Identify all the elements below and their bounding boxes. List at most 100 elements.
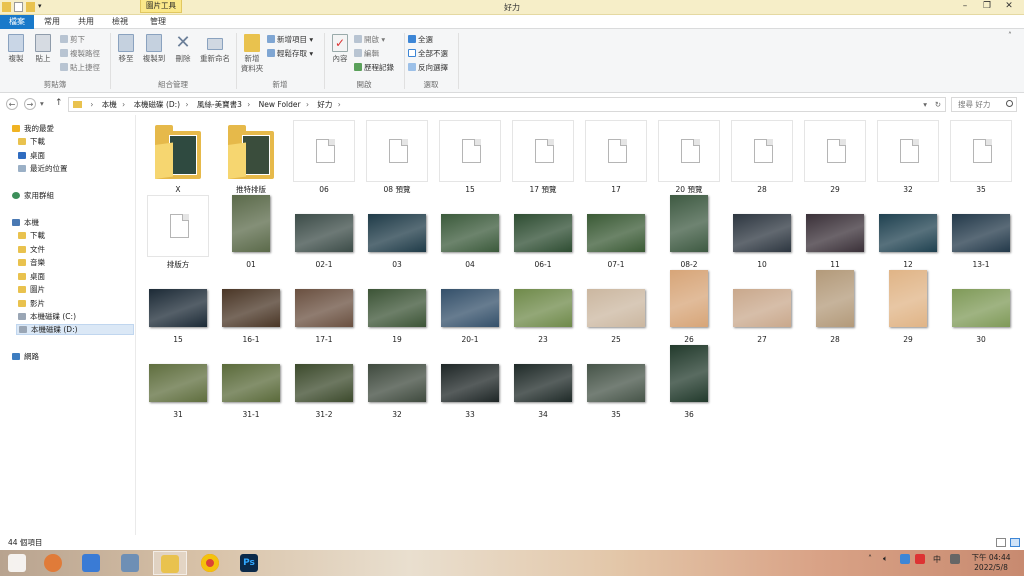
file-item[interactable]: 35 (945, 118, 1017, 194)
taskbar-app-photo-viewer[interactable] (113, 551, 147, 575)
ime-indicator[interactable]: 中 (933, 554, 941, 565)
folder-item[interactable]: 推特排版 (215, 118, 287, 194)
nav-item-this-pc[interactable]: 本機 (12, 218, 39, 229)
large-icons-view-icon[interactable] (1010, 538, 1020, 547)
file-item[interactable]: 31-1 (215, 343, 287, 419)
file-item[interactable]: 25 (580, 268, 652, 344)
start-button[interactable] (0, 551, 34, 575)
history-button[interactable]: 歷程記錄 (354, 63, 394, 73)
forward-button[interactable]: → (24, 98, 36, 110)
copy-button[interactable]: 複製 (3, 34, 29, 64)
copy-to-button[interactable]: 複製到 (141, 34, 167, 64)
nav-item-recent-places[interactable]: 最近的位置 (18, 164, 68, 175)
tab-file[interactable]: 檔案 (0, 15, 34, 29)
nav-item-drive-d[interactable]: 本機磁碟 (D:) (16, 324, 134, 335)
file-item[interactable]: 26 (653, 268, 725, 344)
move-to-button[interactable]: 移至 (113, 34, 139, 64)
breadcrumb-item[interactable]: New Folder (259, 100, 301, 109)
taskbar-app-netdisk[interactable] (74, 551, 108, 575)
select-none-button[interactable]: 全部不選 (408, 49, 448, 59)
taskbar-app-photoshop[interactable]: Ps (232, 551, 266, 575)
file-item[interactable]: 31-2 (288, 343, 360, 419)
edit-button[interactable]: 編輯 (354, 49, 379, 59)
nav-item-pc-downloads[interactable]: 下載 (18, 231, 45, 242)
file-item[interactable]: 30 (945, 268, 1017, 344)
search-input[interactable]: 搜尋 好力 (951, 97, 1017, 112)
folder-item[interactable]: X (142, 118, 214, 194)
show-hidden-icons-chevron-icon[interactable]: ˄ (868, 554, 872, 563)
file-item[interactable]: 29 (872, 268, 944, 344)
nav-item-desktop[interactable]: 桌面 (18, 151, 45, 162)
recent-locations-chevron-icon[interactable]: ▾ (40, 99, 44, 109)
file-item[interactable]: 16-1 (215, 268, 287, 344)
file-item[interactable]: 20 預覽 (653, 118, 725, 194)
file-item[interactable]: 04 (434, 193, 506, 269)
open-button[interactable]: 開啟 ▾ (354, 35, 385, 45)
breadcrumb-item[interactable]: 本機 (102, 100, 117, 109)
file-item[interactable]: 23 (507, 268, 579, 344)
file-item[interactable]: 19 (361, 268, 433, 344)
file-item[interactable]: 15 (434, 118, 506, 194)
minimize-button[interactable]: – (954, 0, 976, 14)
file-item[interactable]: 08 預覽 (361, 118, 433, 194)
file-item[interactable]: 17 預覽 (507, 118, 579, 194)
nav-item-downloads[interactable]: 下載 (18, 137, 45, 148)
taskbar-app-paint[interactable] (36, 551, 70, 575)
tab-view[interactable]: 檢視 (106, 15, 134, 29)
tab-home[interactable]: 常用 (38, 15, 66, 29)
cut-button[interactable]: 剪下 (60, 35, 85, 45)
tab-manage[interactable]: 管理 (144, 15, 172, 29)
file-item[interactable]: 10 (726, 193, 798, 269)
file-item[interactable]: 33 (434, 343, 506, 419)
file-item[interactable]: 17 (580, 118, 652, 194)
back-button[interactable]: ← (6, 98, 18, 110)
nav-item-pictures[interactable]: 圖片 (18, 285, 45, 296)
taskbar-app-chrome[interactable] (193, 551, 227, 575)
invert-selection-button[interactable]: 反向選擇 (408, 63, 448, 73)
rename-button[interactable]: 重新命名 (198, 34, 232, 64)
tab-share[interactable]: 共用 (72, 15, 100, 29)
file-item[interactable]: 06 (288, 118, 360, 194)
file-item[interactable]: 排版方 (142, 193, 214, 269)
file-item[interactable]: 11 (799, 193, 871, 269)
ribbon-collapse-chevron-icon[interactable]: ˄ (1008, 31, 1012, 41)
close-button[interactable]: ✕ (998, 0, 1020, 14)
breadcrumb-item[interactable]: 本機磁碟 (D:) (134, 100, 181, 109)
file-item[interactable]: 12 (872, 193, 944, 269)
file-item[interactable]: 03 (361, 193, 433, 269)
file-item[interactable]: 13-1 (945, 193, 1017, 269)
file-item[interactable]: 29 (799, 118, 871, 194)
keyboard-icon[interactable] (950, 554, 960, 564)
file-item[interactable]: 01 (215, 193, 287, 269)
up-button[interactable]: ↑ (55, 98, 63, 108)
breadcrumb-item[interactable]: 好力 (317, 100, 332, 109)
file-item[interactable]: 32 (361, 343, 433, 419)
nav-item-pc-desktop[interactable]: 桌面 (18, 272, 45, 283)
breadcrumb-item[interactable]: 風絲-美寶書3 (197, 100, 242, 109)
file-item[interactable]: 20-1 (434, 268, 506, 344)
properties-button[interactable]: ✓ 內容 (327, 34, 353, 64)
file-item[interactable]: 28 (726, 118, 798, 194)
nav-item-favorites[interactable]: 我的最愛 (12, 124, 54, 135)
nav-item-drive-c[interactable]: 本機磁碟 (C:) (18, 312, 76, 323)
file-item[interactable]: 02-1 (288, 193, 360, 269)
file-item[interactable]: 15 (142, 268, 214, 344)
nav-item-music[interactable]: 音樂 (18, 258, 45, 269)
paste-button[interactable]: 貼上 (30, 34, 56, 64)
nav-item-documents[interactable]: 文件 (18, 245, 45, 256)
file-item[interactable]: 28 (799, 268, 871, 344)
refresh-icon[interactable]: ↻ (935, 98, 941, 111)
address-bar[interactable]: › 本機 › 本機磁碟 (D:) › 風絲-美寶書3 › New Folder … (68, 97, 946, 112)
nav-item-network[interactable]: 網路 (12, 352, 39, 363)
paste-shortcut-button[interactable]: 貼上捷徑 (60, 63, 100, 73)
file-item[interactable]: 07-1 (580, 193, 652, 269)
select-all-button[interactable]: 全選 (408, 35, 433, 45)
network-tray-icon[interactable] (900, 554, 910, 564)
taskbar-app-file-explorer[interactable] (153, 551, 187, 575)
restore-button[interactable]: ❐ (976, 0, 998, 14)
file-item[interactable]: 36 (653, 343, 725, 419)
file-item[interactable]: 34 (507, 343, 579, 419)
clock[interactable]: 下午 04:44 2022/5/8 (968, 553, 1014, 573)
file-item[interactable]: 17-1 (288, 268, 360, 344)
file-item[interactable]: 35 (580, 343, 652, 419)
